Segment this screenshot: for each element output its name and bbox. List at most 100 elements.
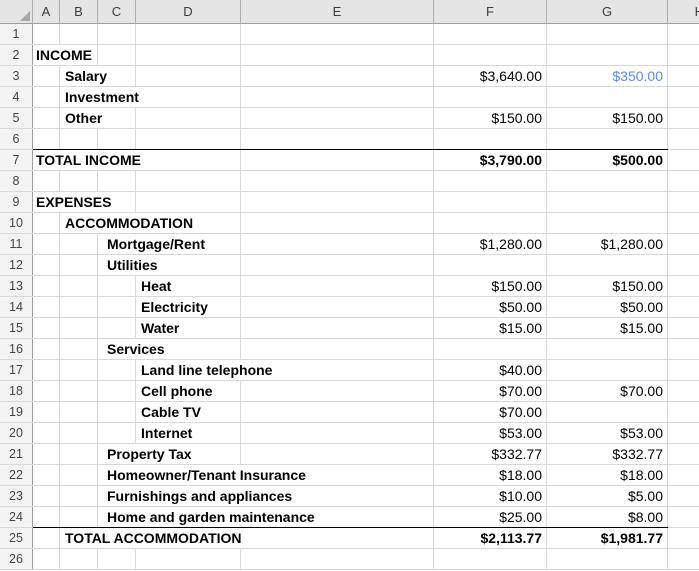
cell-D9[interactable]: [136, 192, 241, 212]
cell-A25[interactable]: [33, 528, 60, 548]
cell-A17[interactable]: [33, 360, 60, 380]
cell-G4[interactable]: [547, 87, 668, 107]
cell-E6[interactable]: [241, 129, 434, 149]
cell-D3[interactable]: [136, 66, 241, 86]
row-header-5[interactable]: 5: [0, 108, 33, 128]
cell-A15[interactable]: [33, 318, 60, 338]
cell-A9[interactable]: EXPENSES: [33, 192, 116, 212]
cell-F20[interactable]: $53.00: [434, 423, 547, 443]
cell-D20[interactable]: Internet: [136, 423, 241, 443]
cell-H12[interactable]: [668, 255, 699, 275]
cell-H4[interactable]: [668, 87, 699, 107]
cell-F11[interactable]: $1,280.00: [434, 234, 547, 254]
cell-H23[interactable]: [668, 486, 699, 506]
cell-C18[interactable]: [98, 381, 136, 401]
cell-E4[interactable]: [241, 87, 434, 107]
cell-F2[interactable]: [434, 45, 547, 65]
cell-B24[interactable]: [60, 507, 98, 527]
cell-F5[interactable]: $150.00: [434, 108, 547, 128]
cell-B25[interactable]: TOTAL ACCOMMODATION: [60, 528, 246, 548]
row-header-16[interactable]: 16: [0, 339, 33, 359]
cell-F21[interactable]: $332.77: [434, 444, 547, 464]
column-header-A[interactable]: A: [33, 0, 60, 24]
cell-A24[interactable]: [33, 507, 60, 527]
column-header-D[interactable]: D: [136, 0, 241, 24]
row-header-21[interactable]: 21: [0, 444, 33, 464]
row-header-26[interactable]: 26: [0, 549, 33, 569]
cell-D15[interactable]: Water: [136, 318, 241, 338]
cell-D2[interactable]: [136, 45, 241, 65]
row-header-22[interactable]: 22: [0, 465, 33, 485]
cell-E9[interactable]: [241, 192, 434, 212]
cell-F12[interactable]: [434, 255, 547, 275]
cell-E20[interactable]: [241, 423, 434, 443]
cell-H15[interactable]: [668, 318, 699, 338]
cell-B10[interactable]: ACCOMMODATION: [60, 213, 198, 233]
cell-F3[interactable]: $3,640.00: [434, 66, 547, 86]
row-header-8[interactable]: 8: [0, 171, 33, 191]
row-header-23[interactable]: 23: [0, 486, 33, 506]
cell-F24[interactable]: $25.00: [434, 507, 547, 527]
cell-C1[interactable]: [98, 24, 136, 44]
cell-H25[interactable]: [668, 528, 699, 548]
cell-C16[interactable]: Services: [98, 339, 169, 359]
cell-E11[interactable]: [241, 234, 434, 254]
cell-C8[interactable]: [98, 171, 136, 191]
cell-C17[interactable]: [98, 360, 136, 380]
cell-B6[interactable]: [60, 129, 98, 149]
cell-A5[interactable]: [33, 108, 60, 128]
cell-H18[interactable]: [668, 381, 699, 401]
column-header-B[interactable]: B: [60, 0, 98, 24]
cell-F6[interactable]: [434, 129, 547, 149]
row-header-14[interactable]: 14: [0, 297, 33, 317]
cell-H9[interactable]: [668, 192, 699, 212]
cell-E3[interactable]: [241, 66, 434, 86]
cell-B11[interactable]: [60, 234, 98, 254]
cell-D7[interactable]: [136, 150, 241, 170]
cell-H14[interactable]: [668, 297, 699, 317]
cell-D4[interactable]: [136, 87, 241, 107]
cell-B8[interactable]: [60, 171, 98, 191]
cell-E16[interactable]: [241, 339, 434, 359]
cell-A14[interactable]: [33, 297, 60, 317]
cell-H7[interactable]: [668, 150, 699, 170]
cell-E10[interactable]: [241, 213, 434, 233]
cell-G13[interactable]: $150.00: [547, 276, 668, 296]
cell-A4[interactable]: [33, 87, 60, 107]
cell-C22[interactable]: Homeowner/Tenant Insurance: [98, 465, 310, 485]
cell-E18[interactable]: [241, 381, 434, 401]
row-header-6[interactable]: 6: [0, 129, 33, 149]
cell-A11[interactable]: [33, 234, 60, 254]
cell-E25[interactable]: [241, 528, 434, 548]
cell-C12[interactable]: Utilities: [98, 255, 162, 275]
row-header-2[interactable]: 2: [0, 45, 33, 65]
row-header-3[interactable]: 3: [0, 66, 33, 86]
cell-D19[interactable]: Cable TV: [136, 402, 241, 422]
cell-B18[interactable]: [60, 381, 98, 401]
cell-A22[interactable]: [33, 465, 60, 485]
cell-F10[interactable]: [434, 213, 547, 233]
cell-B17[interactable]: [60, 360, 98, 380]
cell-G17[interactable]: [547, 360, 668, 380]
cell-B1[interactable]: [60, 24, 98, 44]
cell-A21[interactable]: [33, 444, 60, 464]
cell-A12[interactable]: [33, 255, 60, 275]
cell-B14[interactable]: [60, 297, 98, 317]
cell-G1[interactable]: [547, 24, 668, 44]
cell-D5[interactable]: [136, 108, 241, 128]
cell-H6[interactable]: [668, 129, 699, 149]
cell-E1[interactable]: [241, 24, 434, 44]
cell-H26[interactable]: [668, 549, 699, 569]
cell-C23[interactable]: Furnishings and appliances: [98, 486, 297, 506]
cell-A3[interactable]: [33, 66, 60, 86]
cell-B19[interactable]: [60, 402, 98, 422]
cell-H22[interactable]: [668, 465, 699, 485]
column-header-C[interactable]: C: [98, 0, 136, 24]
cell-G11[interactable]: $1,280.00: [547, 234, 668, 254]
cell-E19[interactable]: [241, 402, 434, 422]
cell-C11[interactable]: Mortgage/Rent: [98, 234, 209, 254]
cell-A10[interactable]: [33, 213, 60, 233]
cell-G12[interactable]: [547, 255, 668, 275]
cell-C20[interactable]: [98, 423, 136, 443]
cell-G5[interactable]: $150.00: [547, 108, 668, 128]
